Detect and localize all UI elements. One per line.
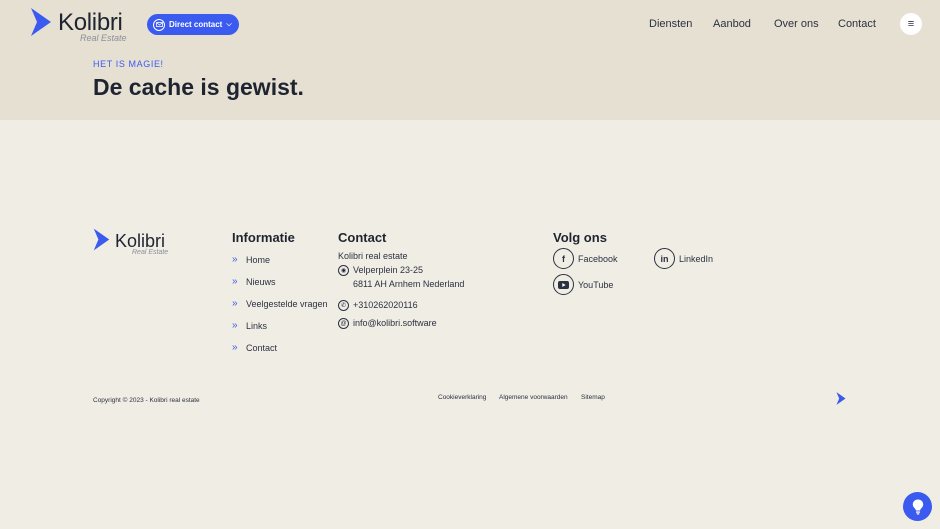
double-chevron-icon: »: [232, 276, 238, 287]
nav-contact[interactable]: Contact: [838, 18, 876, 30]
double-chevron-icon: »: [232, 298, 238, 309]
contact-address-line2: 6811 AH Arnhem Nederland: [353, 279, 465, 289]
info-title: Informatie: [232, 230, 295, 245]
social-title: Volg ons: [553, 230, 607, 245]
header-logo[interactable]: Kolibri Real Estate: [30, 8, 140, 44]
chevron-down-icon: ⌵: [226, 20, 232, 28]
linkedin-icon: in: [654, 248, 675, 269]
double-chevron-icon: »: [232, 254, 238, 265]
location-pin-icon: ◉: [338, 265, 349, 276]
site-header: Kolibri Real Estate Direct contact ⌵ Die…: [0, 0, 940, 120]
hamburger-icon: ≡: [907, 18, 915, 30]
phone-icon: ✆: [338, 300, 349, 311]
copyright-text: Copyright © 2023 - Kolibri real estate: [93, 397, 200, 404]
menu-button[interactable]: ≡: [900, 13, 922, 35]
help-button[interactable]: [903, 492, 932, 521]
kolibri-chevron-icon: [93, 228, 110, 251]
info-link-home[interactable]: » Home: [232, 254, 270, 265]
nav-aanbod[interactable]: Aanbod: [713, 18, 751, 30]
info-link-contact[interactable]: » Contact: [232, 342, 277, 353]
hero-eyebrow: HET IS MAGIE!: [93, 59, 164, 69]
link-cookieverklaring[interactable]: Cookieverklaring: [438, 394, 486, 401]
social-youtube[interactable]: YouTube: [553, 274, 613, 295]
facebook-icon: f: [553, 248, 574, 269]
youtube-icon: [553, 274, 574, 295]
double-chevron-icon: »: [232, 320, 238, 331]
contact-email[interactable]: info@kolibri.software: [353, 318, 437, 328]
info-link-links[interactable]: » Links: [232, 320, 267, 331]
direct-contact-button[interactable]: Direct contact ⌵: [147, 14, 239, 35]
social-linkedin[interactable]: in LinkedIn: [654, 248, 713, 269]
kolibri-chevron-icon: [31, 8, 51, 36]
link-algemene-voorwaarden[interactable]: Algemene voorwaarden: [499, 394, 568, 401]
link-sitemap[interactable]: Sitemap: [581, 394, 605, 401]
contact-phone[interactable]: +310262020116: [353, 300, 418, 310]
contact-address-line1: Velperplein 23-25: [353, 265, 424, 275]
footer-logo[interactable]: Kolibri Real Estate: [93, 228, 183, 260]
page-title: De cache is gewist.: [93, 74, 304, 100]
contact-company: Kolibri real estate: [338, 251, 408, 261]
contact-title: Contact: [338, 230, 387, 245]
direct-contact-label: Direct contact: [169, 20, 223, 29]
social-facebook[interactable]: f Facebook: [553, 248, 618, 269]
nav-over-ons[interactable]: Over ons: [774, 18, 819, 30]
logo-tagline: Real Estate: [80, 33, 127, 43]
kolibri-chevron-icon: [836, 392, 846, 405]
mail-icon: [153, 18, 165, 31]
footer-logo-tagline: Real Estate: [132, 249, 169, 256]
lightbulb-icon: [912, 499, 923, 514]
info-link-nieuws[interactable]: » Nieuws: [232, 276, 276, 287]
double-chevron-icon: »: [232, 342, 238, 353]
email-icon: @: [338, 318, 349, 329]
info-link-faq[interactable]: » Veelgestelde vragen: [232, 298, 328, 309]
nav-diensten[interactable]: Diensten: [649, 18, 692, 30]
